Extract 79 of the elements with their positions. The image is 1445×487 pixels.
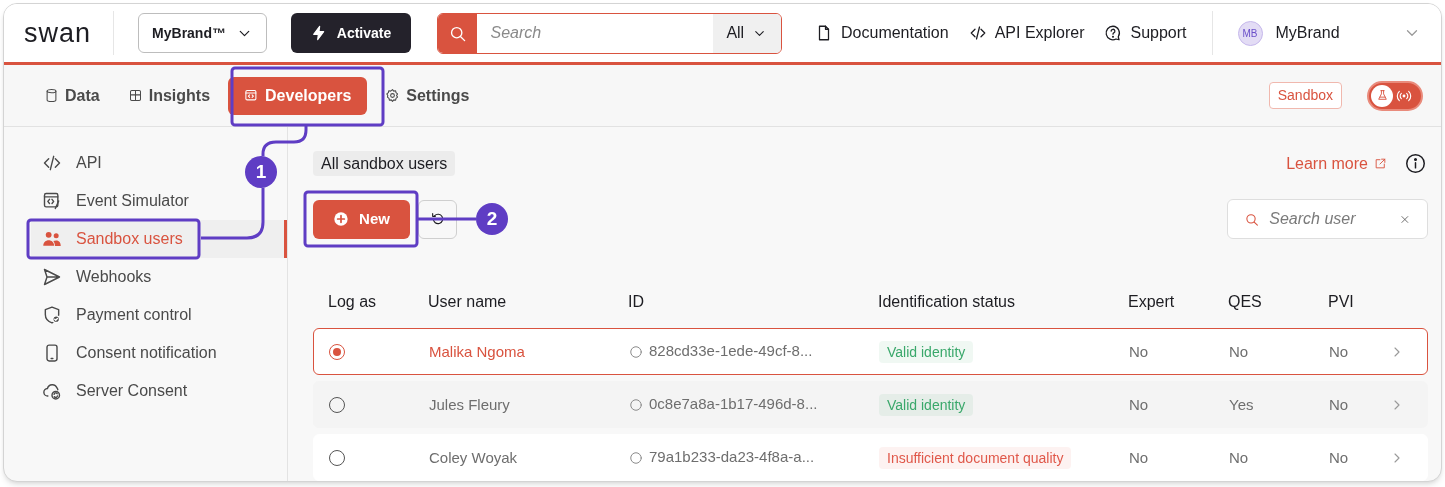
column-header: PVI (1328, 292, 1354, 310)
avatar: MB (1237, 20, 1263, 46)
cloud-icon (42, 381, 62, 401)
search-user-field[interactable]: Search user (1227, 199, 1428, 239)
code-icon (42, 153, 62, 173)
sidebar-item[interactable]: API (31, 144, 106, 182)
table-cell: No (1229, 342, 1249, 360)
table-cell-text: 828cd33e-1ede-49cf-8... (649, 341, 813, 362)
nav-link[interactable]: Support (1104, 21, 1187, 45)
column-header: ID (628, 292, 644, 310)
info-icon[interactable] (1405, 153, 1426, 174)
new-button[interactable]: New (313, 199, 410, 239)
sidebar-item[interactable]: Event Simulator (31, 182, 193, 220)
flask-icon (1375, 89, 1389, 102)
nav-tab[interactable]: Data (34, 76, 110, 115)
shield-icon (42, 305, 62, 325)
leader-line (201, 188, 265, 240)
plus-icon (333, 211, 350, 227)
table-cell: No (1329, 395, 1349, 413)
account-menu[interactable]: MB MyBrand (1237, 20, 1421, 46)
table-cell: Coley Woyak (429, 448, 518, 466)
table-cell: No (1129, 395, 1149, 413)
status-tag: Insufficient document quality (879, 446, 1072, 469)
code-icon (968, 24, 987, 42)
nav-tab[interactable]: Developers (228, 76, 368, 115)
mode-toggle[interactable] (1367, 80, 1423, 111)
gear-icon (385, 88, 401, 103)
step-badge: 2 (476, 203, 508, 235)
nav-link[interactable]: Documentation (815, 21, 949, 45)
send-icon (42, 267, 62, 287)
sidebar-item[interactable]: Consent notification (31, 334, 221, 372)
table-cell-text: 0c8e7a8a-1b17-496d-8... (649, 394, 818, 415)
status-tag: Valid identity (879, 393, 974, 416)
leader-line (261, 126, 308, 157)
lightning-icon (310, 25, 327, 41)
refresh-icon (429, 211, 446, 227)
activate-button[interactable]: Activate (291, 13, 412, 53)
table-cell: No (1129, 448, 1149, 466)
nav-link[interactable]: API Explorer (968, 21, 1085, 45)
code-window-icon (42, 191, 62, 211)
help-icon (1104, 24, 1123, 42)
scope-select[interactable]: All (712, 13, 782, 53)
logo: swan (24, 19, 92, 47)
table-cell: No (1129, 342, 1149, 360)
sidebar-item[interactable]: Server Consent (31, 372, 192, 410)
search-field[interactable]: Search All (437, 12, 783, 54)
nav-tab[interactable]: Insights (117, 76, 221, 115)
sidebar-item[interactable]: Webhooks (31, 258, 156, 296)
status-tag: Valid identity (879, 340, 974, 363)
table-row[interactable]: Coley Woyak 79a1b233-da23-4f8a-a... Insufficient document quality No No No (313, 434, 1428, 481)
table-cell: No (1329, 448, 1349, 466)
leader-line (417, 217, 476, 221)
column-header: Expert (1128, 292, 1175, 310)
search-input[interactable]: Search user (1269, 207, 1380, 231)
step-badge: 1 (245, 156, 277, 188)
nav-tab[interactable]: Settings (375, 76, 480, 115)
environment-badge: Sandbox (1268, 82, 1342, 109)
table-row[interactable]: Malika Ngoma 828cd33e-1ede-49cf-8... Valid identity No No No (313, 328, 1428, 375)
column-header: User name (428, 292, 507, 310)
table-cell: No (1229, 448, 1249, 466)
database-icon (44, 88, 59, 103)
table-cell: Yes (1229, 395, 1254, 413)
people-icon (42, 229, 62, 249)
column-header: QES (1228, 292, 1262, 310)
table-row[interactable]: Jules Fleury 0c8e7a8a-1b17-496d-8... Valid identity No Yes No (313, 381, 1428, 428)
sidebar-item[interactable]: Payment control (31, 296, 196, 334)
column-header: Identification status (878, 292, 1015, 310)
brand-select[interactable]: MyBrand™ (138, 13, 268, 53)
code-window-icon (244, 88, 260, 103)
table-cell: Jules Fleury (429, 395, 510, 413)
filter-chip[interactable]: All sandbox users (313, 151, 456, 176)
learn-more-link[interactable]: Learn more (1286, 151, 1387, 176)
table-cell-text: 79a1b233-da23-4f8a-a... (649, 447, 815, 468)
external-link-icon (1374, 157, 1387, 170)
sidebar-item[interactable]: Sandbox users (31, 220, 287, 258)
column-header: Log as (328, 292, 377, 310)
table-cell: No (1329, 342, 1349, 360)
table-cell: Malika Ngoma (429, 342, 525, 360)
grid-icon (127, 88, 143, 103)
